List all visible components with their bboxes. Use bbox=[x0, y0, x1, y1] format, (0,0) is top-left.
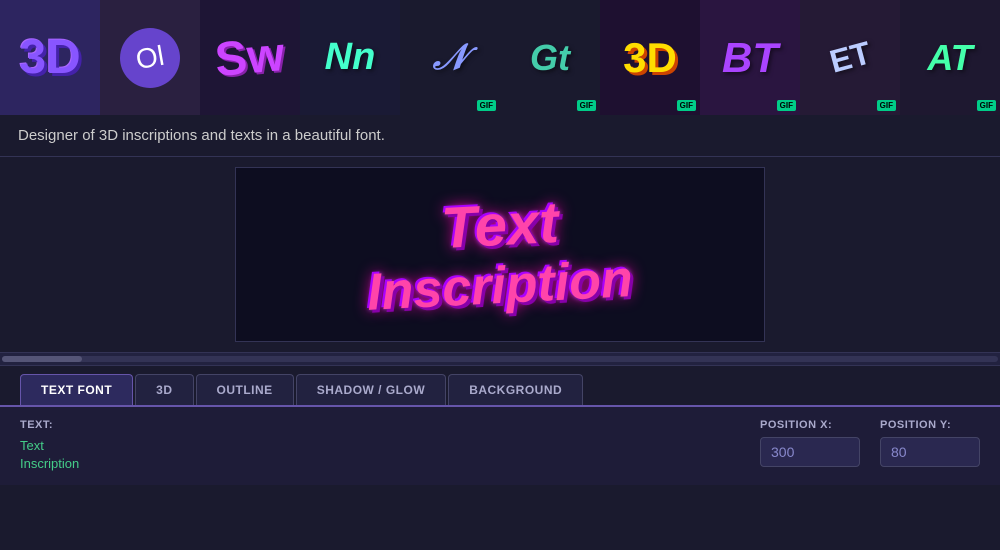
tab-bar: TEXT FONT 3D OUTLINE SHADOW / GLOW BACKG… bbox=[0, 366, 1000, 405]
gallery-label-sw: Sw bbox=[213, 27, 287, 88]
gallery-item-bt[interactable]: BT GIF bbox=[700, 0, 800, 115]
app-description: Designer of 3D inscriptions and texts in… bbox=[0, 115, 1000, 157]
gallery-item-nn[interactable]: Nn bbox=[300, 0, 400, 115]
position-x-label: POSITION X: bbox=[760, 419, 860, 431]
text-line1: Text bbox=[20, 437, 79, 455]
gallery-label-gt: Gt bbox=[530, 37, 570, 79]
tab-outline[interactable]: OUTLINE bbox=[196, 374, 294, 405]
gallery-item-gt[interactable]: Gt GIF bbox=[500, 0, 600, 115]
gallery-item-n[interactable]: 𝒩 GIF bbox=[400, 0, 500, 115]
inscription-line2: Inscription bbox=[366, 251, 634, 322]
text-label: TEXT: bbox=[20, 419, 79, 431]
gallery-label-3d2: 3D bbox=[623, 34, 677, 82]
gif-badge-6: GIF bbox=[977, 100, 996, 111]
gallery-item-3d[interactable]: 3D bbox=[0, 0, 100, 115]
text-control-group: TEXT: Text Inscription bbox=[20, 419, 79, 473]
position-y-group: POSITION Y: bbox=[880, 419, 980, 467]
gallery-label-nn: Nn bbox=[325, 36, 376, 79]
text-display-value: Text Inscription bbox=[20, 437, 79, 473]
text-line2: Inscription bbox=[20, 455, 79, 473]
canvas-wrapper: Text Inscription bbox=[0, 157, 1000, 352]
gallery-item-at[interactable]: AT GIF bbox=[900, 0, 1000, 115]
gallery-item-sw[interactable]: Sw bbox=[200, 0, 300, 115]
position-y-input[interactable] bbox=[880, 437, 980, 467]
gallery-label-3d: 3D bbox=[19, 30, 80, 85]
tab-text-font[interactable]: TEXT FONT bbox=[20, 374, 133, 405]
gallery-label-et: ET bbox=[825, 34, 874, 80]
gallery-label-at: AT bbox=[927, 37, 972, 79]
gallery-label-bt: BT bbox=[722, 34, 778, 82]
inscription-preview: Text Inscription bbox=[367, 194, 633, 315]
gallery-label-ol: Ol bbox=[115, 23, 185, 93]
position-x-group: POSITION X: bbox=[760, 419, 860, 467]
gif-badge-4: GIF bbox=[777, 100, 796, 111]
gallery-item-ol[interactable]: Ol bbox=[100, 0, 200, 115]
gif-badge: GIF bbox=[477, 100, 496, 111]
style-gallery: 3D Ol Sw Nn 𝒩 GIF Gt GIF 3D GIF BT GIF E… bbox=[0, 0, 1000, 115]
controls-area: TEXT: Text Inscription POSITION X: POSIT… bbox=[0, 405, 1000, 485]
gallery-item-et[interactable]: ET GIF bbox=[800, 0, 900, 115]
tab-shadow-glow[interactable]: SHADOW / GLOW bbox=[296, 374, 447, 405]
gif-badge-5: GIF bbox=[877, 100, 896, 111]
gallery-label-n: 𝒩 bbox=[433, 36, 468, 79]
scrollbar-track bbox=[2, 356, 998, 362]
position-x-input[interactable] bbox=[760, 437, 860, 467]
gallery-item-3d2[interactable]: 3D GIF bbox=[600, 0, 700, 115]
positions-row: POSITION X: POSITION Y: bbox=[760, 419, 980, 467]
scrollbar-thumb[interactable] bbox=[2, 356, 82, 362]
gif-badge-2: GIF bbox=[577, 100, 596, 111]
gif-badge-3: GIF bbox=[677, 100, 696, 111]
position-y-label: POSITION Y: bbox=[880, 419, 980, 431]
tab-3d[interactable]: 3D bbox=[135, 374, 193, 405]
canvas-area: Text Inscription bbox=[235, 167, 765, 342]
tab-background[interactable]: BACKGROUND bbox=[448, 374, 583, 405]
horizontal-scrollbar[interactable] bbox=[0, 352, 1000, 366]
